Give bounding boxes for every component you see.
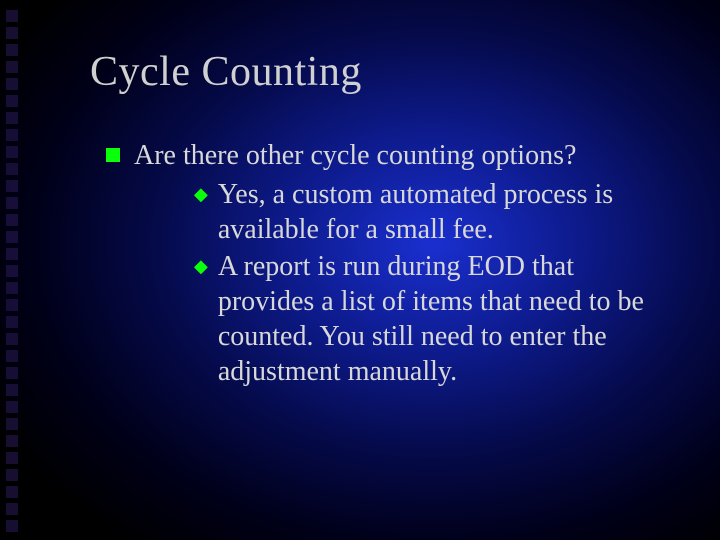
list-item-level2: ◆ Yes, a custom automated process is ava… xyxy=(194,177,660,247)
list-item-level2: ◆ A report is run during EOD that provid… xyxy=(194,249,660,389)
diamond-bullet-icon: ◆ xyxy=(194,257,208,275)
list-item-text: Yes, a custom automated process is avail… xyxy=(218,177,660,247)
slide-title: Cycle Counting xyxy=(90,48,660,96)
sublist: ◆ Yes, a custom automated process is ava… xyxy=(134,177,660,389)
diamond-bullet-icon: ◆ xyxy=(194,185,208,203)
slide-content: Cycle Counting Are there other cycle cou… xyxy=(0,0,720,540)
square-bullet-icon xyxy=(106,148,120,162)
list-item-text: Are there other cycle counting options? xyxy=(134,138,660,173)
list-item-level1: Are there other cycle counting options? … xyxy=(106,138,660,389)
list-item-text: A report is run during EOD that provides… xyxy=(218,249,660,389)
